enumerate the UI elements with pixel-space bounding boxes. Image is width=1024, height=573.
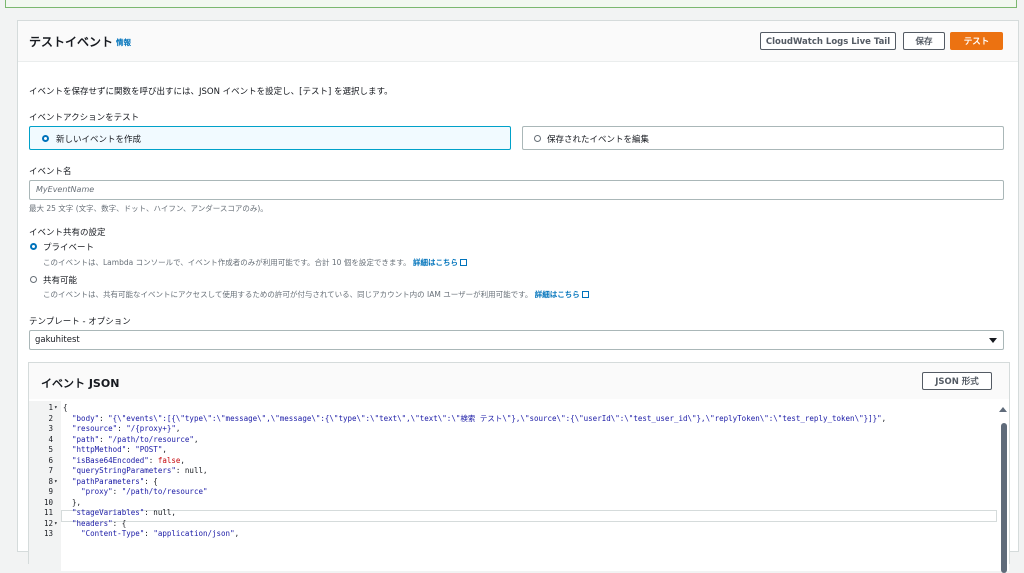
create-new-event-tile[interactable]: 新しいイベントを作成: [29, 126, 511, 150]
line-number: 3: [48, 424, 53, 433]
line-number: 1: [48, 403, 53, 412]
line-number: 13: [43, 529, 53, 538]
line-number: 12: [43, 518, 53, 528]
sharing-label: イベント共有の設定: [29, 228, 106, 238]
line-number: 10: [43, 497, 53, 507]
json-code-editor[interactable]: 1 ▾{2 "body": "{\"events\":[{\"type\":\"m…: [29, 401, 1009, 573]
fold-toggle-icon[interactable]: ▾: [54, 519, 58, 530]
line-number: 6: [48, 455, 53, 465]
code-text: "proxy": "/path/to/resource": [81, 487, 208, 496]
line-number: 5: [48, 445, 53, 454]
event-name-label: イベント名: [29, 167, 72, 177]
code-text: "Content-Type": "application/json",: [81, 529, 240, 538]
cloudwatch-live-tail-button[interactable]: CloudWatch Logs Live Tail: [760, 32, 896, 50]
info-link[interactable]: 情報: [116, 37, 131, 48]
code-text: "isBase64Encoded": false,: [72, 455, 185, 465]
shareable-desc: このイベントは、共有可能なイベントにアクセスして使用するための許可が付与されてい…: [43, 289, 589, 300]
save-button[interactable]: 保存: [903, 32, 945, 50]
event-name-hint: 最大 25 文字 (文字、数字、ドット、ハイフン、アンダースコアのみ)。: [29, 204, 268, 213]
panel-header: テストイベント 情報 CloudWatch Logs Live Tail 保存 …: [18, 21, 1018, 62]
editor-scrollbar[interactable]: [1001, 423, 1007, 573]
line-number: 4: [48, 434, 53, 444]
edit-saved-event-radio[interactable]: [534, 135, 541, 142]
test-button[interactable]: テスト: [950, 32, 1003, 50]
code-text: "body": "{\"events\":[{\"type\":\"messag…: [72, 413, 887, 423]
template-label: テンプレート - オプション: [29, 317, 131, 327]
json-format-button[interactable]: JSON 形式: [922, 372, 992, 390]
template-select[interactable]: gakuhitest: [29, 330, 1004, 350]
line-number: 11: [43, 508, 53, 517]
page-title: テストイベント: [29, 35, 114, 49]
fold-toggle-icon[interactable]: ▾: [54, 403, 58, 414]
code-text: "stageVariables": null,: [72, 508, 176, 517]
event-json-panel: イベント JSON JSON 形式 1 ▾{2 "body": "{\"event…: [28, 362, 1010, 573]
code-text: "queryStringParameters": null,: [72, 466, 208, 475]
shareable-title: 共有可能: [43, 276, 78, 286]
private-title: プライベート: [43, 243, 95, 253]
private-desc: このイベントは、Lambda コンソールで、イベント作成者のみが利用可能です。合…: [43, 257, 467, 268]
external-link-icon: [581, 291, 589, 298]
private-radio[interactable]: [30, 243, 37, 250]
code-text: {: [63, 403, 68, 412]
success-banner-edge: [5, 0, 1017, 8]
line-number: 2: [48, 413, 53, 423]
private-learn-more-link[interactable]: 詳細はこちら: [413, 258, 458, 267]
create-new-event-label: 新しいイベントを作成: [56, 135, 142, 145]
template-select-value: gakuhitest: [35, 335, 80, 345]
event-name-placeholder: MyEventName: [36, 185, 95, 194]
edit-saved-event-label: 保存されたイベントを編集: [547, 135, 650, 145]
event-name-input[interactable]: MyEventName: [29, 180, 1004, 200]
code-text: },: [63, 497, 82, 507]
code-text: "httpMethod": "POST",: [72, 445, 167, 454]
line-number: 8: [48, 476, 53, 486]
event-json-title: イベント JSON: [41, 377, 120, 390]
code-text: "headers": {: [72, 518, 127, 528]
test-event-panel: テストイベント 情報 CloudWatch Logs Live Tail 保存 …: [17, 20, 1019, 573]
fold-toggle-icon[interactable]: ▾: [54, 477, 58, 488]
edit-saved-event-tile[interactable]: 保存されたイベントを編集: [522, 126, 1004, 150]
event-json-header: イベント JSON JSON 形式: [29, 363, 1009, 399]
active-line-highlight: [61, 510, 997, 522]
scroll-up-icon[interactable]: [999, 407, 1007, 412]
code-text: "resource": "/{proxy+}",: [72, 424, 181, 433]
private-desc-text: このイベントは、Lambda コンソールで、イベント作成者のみが利用可能です。合…: [43, 258, 411, 267]
shareable-radio[interactable]: [30, 276, 37, 283]
line-number: 9: [48, 487, 53, 496]
code-text: "path": "/path/to/resource",: [72, 434, 199, 444]
description-text: イベントを保存せずに関数を呼び出すには、JSON イベントを設定し、[テスト] …: [29, 87, 393, 97]
shareable-learn-more-link[interactable]: 詳細はこちら: [535, 290, 580, 299]
event-action-label: イベントアクションをテスト: [29, 113, 140, 123]
line-number: 7: [48, 466, 53, 475]
shareable-desc-text: このイベントは、共有可能なイベントにアクセスして使用するための許可が付与されてい…: [43, 290, 533, 299]
external-link-icon: [459, 259, 467, 266]
code-text: "pathParameters": {: [72, 476, 158, 486]
create-new-event-radio[interactable]: [42, 135, 49, 142]
chevron-down-icon: [989, 338, 997, 343]
